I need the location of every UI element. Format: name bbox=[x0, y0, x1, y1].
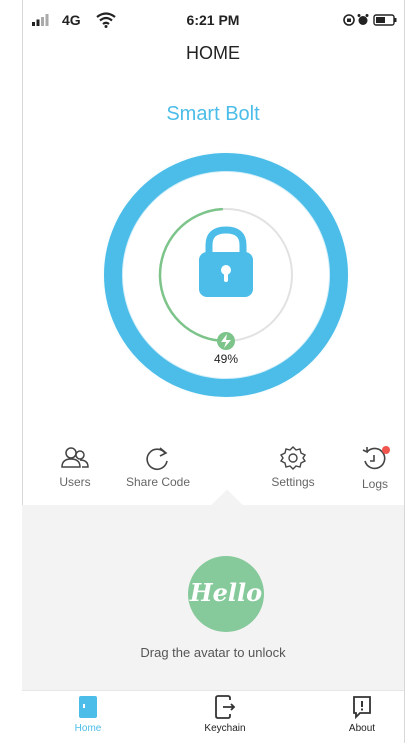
tab-keychain-label: Keychain bbox=[204, 723, 246, 734]
share-code-button[interactable]: Share Code bbox=[118, 445, 198, 489]
lock-dial[interactable]: 49% bbox=[101, 150, 351, 400]
unlock-hint: Drag the avatar to unlock bbox=[140, 645, 286, 660]
info-icon bbox=[353, 696, 371, 719]
tab-bar: Home Keychain About bbox=[22, 690, 404, 744]
status-bar: 4G 6:21 PM bbox=[22, 0, 404, 40]
device-name: Smart Bolt bbox=[166, 103, 260, 125]
battery-percent: 49% bbox=[214, 352, 238, 366]
rotation-lock-icon bbox=[343, 14, 355, 26]
users-button[interactable]: Users bbox=[35, 445, 115, 489]
settings-button[interactable]: Settings bbox=[253, 445, 333, 489]
settings-label: Settings bbox=[271, 475, 315, 489]
battery-status-icon bbox=[373, 14, 397, 26]
users-label: Users bbox=[59, 475, 91, 489]
users-icon bbox=[61, 447, 89, 468]
clock-icon bbox=[362, 446, 390, 470]
tab-about-label: About bbox=[348, 723, 376, 734]
logs-label: Logs bbox=[361, 477, 389, 491]
status-icons bbox=[343, 14, 397, 26]
tab-keychain[interactable]: Keychain bbox=[185, 695, 265, 734]
avatar-text: Hello bbox=[189, 578, 263, 607]
page-title: HOME bbox=[186, 43, 240, 63]
share-code-label: Share Code bbox=[125, 475, 191, 489]
phone-screen: 4G 6:21 PM HOME Smart Bolt 49% Users Sha… bbox=[0, 0, 417, 744]
door-icon bbox=[79, 696, 97, 718]
share-icon bbox=[146, 447, 168, 470]
gear-icon bbox=[279, 446, 307, 470]
tab-about[interactable]: About bbox=[322, 695, 402, 734]
logs-button[interactable]: Logs bbox=[335, 445, 415, 491]
keychain-icon bbox=[215, 695, 236, 719]
charging-icon bbox=[217, 332, 235, 350]
tab-home-label: Home bbox=[74, 723, 102, 734]
unlock-avatar[interactable]: Hello bbox=[188, 556, 264, 632]
actions-row: Users Share Code Settings Logs bbox=[22, 445, 404, 495]
notification-dot bbox=[382, 446, 390, 454]
right-border bbox=[404, 0, 405, 743]
alarm-icon bbox=[357, 14, 369, 25]
tab-home[interactable]: Home bbox=[48, 695, 128, 734]
